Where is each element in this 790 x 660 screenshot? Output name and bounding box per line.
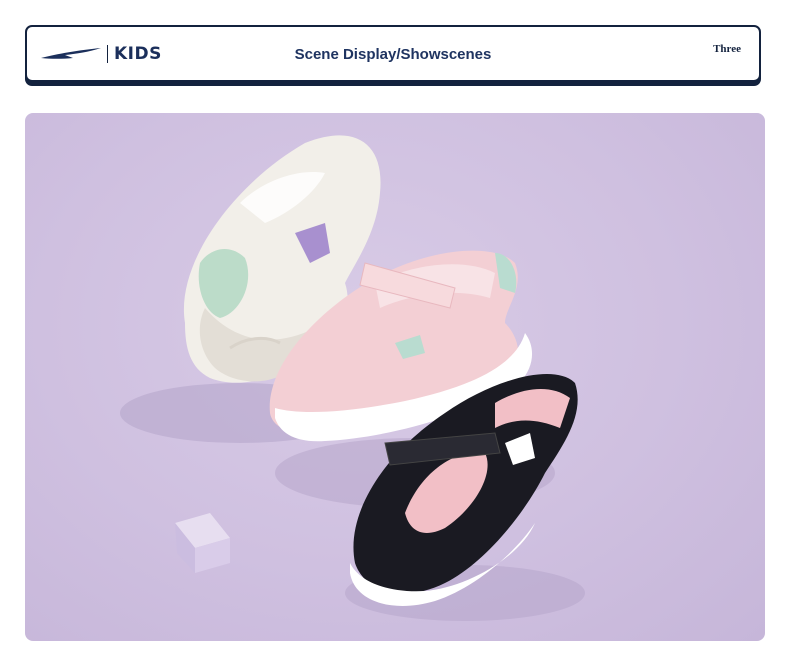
section-tag: Three: [713, 43, 741, 55]
sneakers-illustration: [120, 135, 585, 621]
header-banner: KIDS Scene Display/Showscenes Three: [25, 25, 761, 82]
lavender-cube: [175, 513, 230, 573]
product-scene-image: [25, 113, 765, 641]
section-title: Scene Display/Showscenes: [294, 46, 492, 63]
